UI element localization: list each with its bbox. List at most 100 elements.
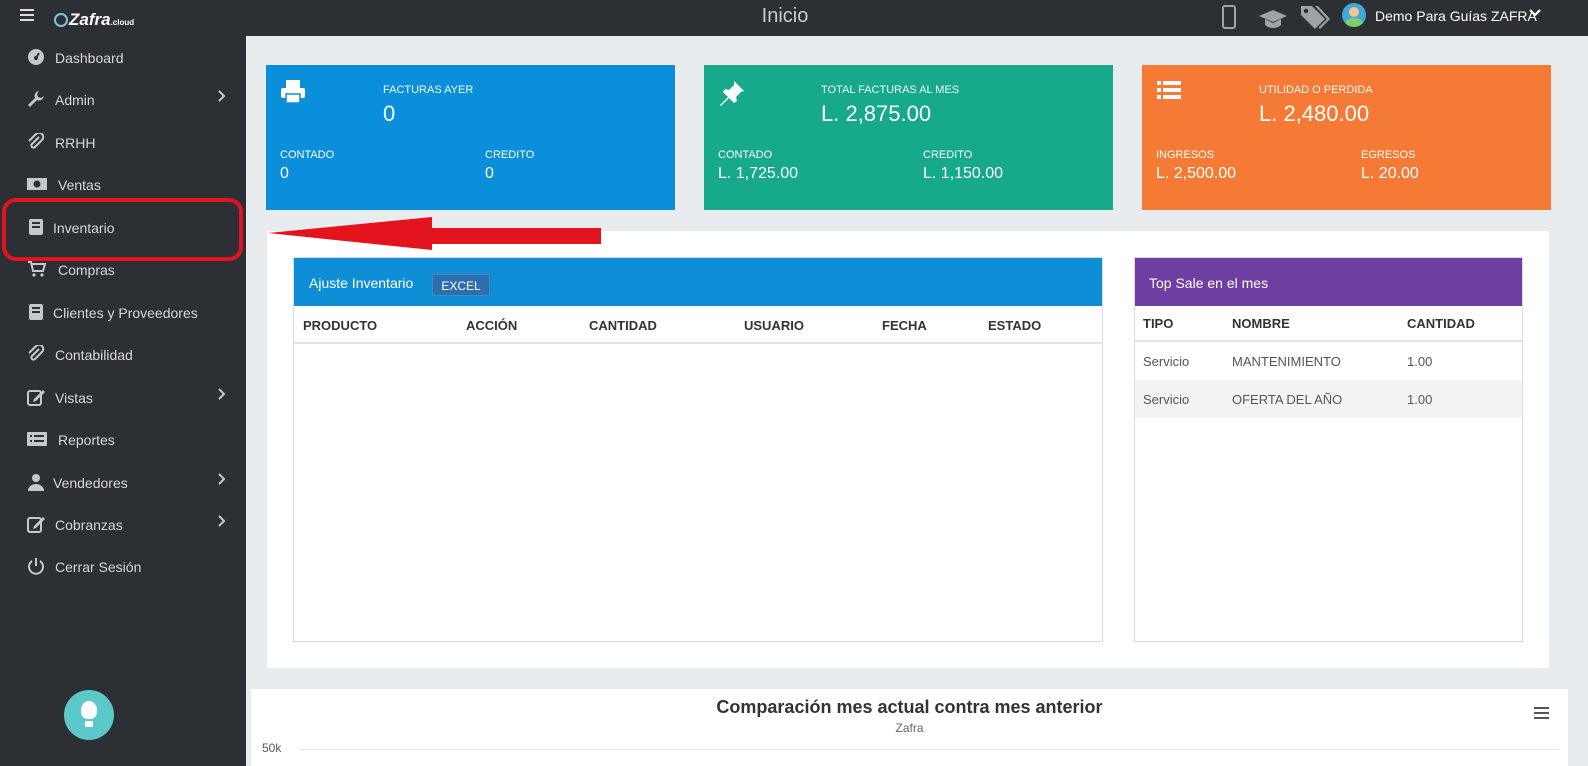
edit-icon [27, 515, 45, 533]
panel-header: Top Sale en el mes [1135, 258, 1522, 306]
dashboard-icon [27, 48, 45, 66]
cell-cantidad: 1.00 [1407, 392, 1433, 407]
sidebar-item-clientes-proveedores[interactable]: Clientes y Proveedores [0, 294, 246, 330]
sidebar-item-label: Vendedores [53, 475, 128, 491]
card-right-value: L. 20.00 [1361, 165, 1419, 182]
panel-title: Ajuste Inventario [309, 275, 414, 291]
chart-subtitle: Zafra [895, 721, 924, 735]
sidebar-item-ventas[interactable]: Ventas [0, 166, 246, 202]
card-value: L. 2,875.00 [821, 101, 932, 126]
card-left-value: L. 1,725.00 [718, 165, 799, 182]
card-title: UTILIDAD O PERDIDA [1259, 84, 1373, 96]
cart-icon [27, 260, 47, 278]
user-avatar[interactable] [1342, 3, 1366, 27]
column-header[interactable]: ACCIÓN [466, 318, 517, 333]
excel-button[interactable]: EXCEL [432, 274, 490, 296]
column-header[interactable]: FECHA [882, 318, 927, 333]
power-icon [27, 557, 45, 575]
sidebar-item-vistas[interactable]: Vistas [0, 379, 246, 415]
column-header[interactable]: ESTADO [988, 318, 1041, 333]
sidebar-item-label: Clientes y Proveedores [53, 305, 198, 321]
panel-header: Ajuste Inventario EXCEL [294, 258, 1102, 306]
sidebar-item-reportes[interactable]: Reportes [0, 421, 246, 457]
card-right-label: CREDITO [485, 149, 535, 161]
user-icon [27, 473, 45, 491]
book-icon [27, 303, 45, 321]
cell-tipo: Servicio [1143, 354, 1190, 369]
column-header[interactable]: CANTIDAD [589, 318, 657, 333]
column-header[interactable]: PRODUCTO [303, 318, 377, 333]
header-divider [294, 342, 1102, 344]
column-header[interactable]: USUARIO [744, 318, 804, 333]
wrench-icon [27, 90, 45, 108]
card-title: FACTURAS AYER [383, 84, 474, 96]
sidebar-item-label: Contabilidad [55, 347, 133, 363]
panel-title: Top Sale en el mes [1149, 275, 1269, 291]
annotation-highlight [2, 198, 243, 261]
pin-icon [718, 79, 746, 107]
sidebar-item-dashboard[interactable]: Dashboard [0, 39, 246, 75]
column-header[interactable]: CANTIDAD [1407, 316, 1475, 331]
hamburger-icon[interactable] [1534, 707, 1549, 722]
card-value: L. 2,480.00 [1259, 101, 1370, 126]
sidebar-item-cerrar-sesion[interactable]: Cerrar Sesión [0, 548, 246, 584]
chevron-right-icon [217, 387, 227, 404]
chevron-right-icon [217, 89, 227, 106]
list-icon [27, 430, 47, 448]
cell-cantidad: 1.00 [1407, 354, 1433, 369]
chevron-down-icon[interactable] [1529, 6, 1541, 23]
sidebar-item-vendedores[interactable]: Vendedores [0, 464, 246, 500]
top-bar: Zafra.cloud Inicio Demo Para Guías ZAFRA [0, 0, 1588, 36]
column-header[interactable]: NOMBRE [1232, 316, 1290, 331]
column-header[interactable]: TIPO [1143, 316, 1173, 331]
user-name[interactable]: Demo Para Guías ZAFRA [1375, 8, 1537, 24]
phone-icon[interactable] [1222, 5, 1236, 29]
sidebar-item-admin[interactable]: Admin [0, 81, 246, 117]
sidebar-item-label: Vistas [55, 390, 93, 406]
card-left-value: L. 2,500.00 [1156, 165, 1237, 182]
card-facturas-ayer: FACTURAS AYER 0 CONTADO 0 CREDITO 0 [266, 65, 675, 210]
sidebar-item-label: Admin [55, 92, 95, 108]
edit-icon [27, 388, 45, 406]
card-right-label: CREDITO [923, 149, 973, 161]
card-title: TOTAL FACTURAS AL MES [821, 84, 960, 96]
card-right-label: EGRESOS [1361, 149, 1416, 161]
card-left-label: CONTADO [718, 149, 773, 161]
sidebar-item-contabilidad[interactable]: Contabilidad [0, 336, 246, 372]
y-tick-label: 50k [262, 741, 282, 755]
ajuste-inventario-panel: Ajuste Inventario EXCEL PRODUCTO ACCIÓN … [293, 257, 1103, 642]
cell-tipo: Servicio [1143, 392, 1190, 407]
card-left-label: INGRESOS [1156, 149, 1215, 161]
card-left-value: 0 [280, 165, 289, 182]
paperclip-icon [27, 131, 45, 151]
annotation-arrow [266, 217, 606, 262]
card-left-label: CONTADO [280, 149, 335, 161]
printer-icon [280, 79, 308, 107]
tags-icon[interactable] [1299, 4, 1331, 29]
cell-nombre: OFERTA DEL AÑO [1232, 392, 1343, 407]
cell-nombre: MANTENIMIENTO [1232, 354, 1341, 369]
card-right-value: L. 1,150.00 [923, 165, 1004, 182]
sidebar-item-rrhh[interactable]: RRHH [0, 124, 246, 160]
sidebar-item-label: Compras [58, 262, 115, 278]
page-title: Inicio [761, 5, 809, 27]
chevron-right-icon [217, 514, 227, 531]
grid-line [299, 749, 1559, 750]
sidebar-item-label: Cerrar Sesión [55, 559, 142, 575]
table-row[interactable]: Servicio MANTENIMIENTO 1.00 [1135, 342, 1522, 380]
sidebar-item-cobranzas[interactable]: Cobranzas [0, 506, 246, 542]
money-icon [27, 175, 47, 193]
card-utilidad-perdida: UTILIDAD O PERDIDA L. 2,480.00 INGRESOS … [1142, 65, 1551, 210]
sidebar-item-label: Ventas [58, 177, 101, 193]
lightbulb-icon[interactable] [64, 690, 114, 740]
sidebar-item-label: Dashboard [55, 50, 124, 66]
sidebar-item-label: Cobranzas [55, 517, 123, 533]
card-total-facturas-mes: TOTAL FACTURAS AL MES L. 2,875.00 CONTAD… [704, 65, 1113, 210]
graduation-cap-icon[interactable] [1258, 8, 1288, 32]
top-sale-panel: Top Sale en el mes TIPO NOMBRE CANTIDAD … [1134, 257, 1523, 642]
paperclip-icon [27, 343, 45, 363]
sidebar-item-label: RRHH [55, 135, 96, 151]
sidebar-item-label: Reportes [58, 432, 115, 448]
table-row[interactable]: Servicio OFERTA DEL AÑO 1.00 [1135, 380, 1522, 418]
chart-title: Comparación mes actual contra mes anteri… [716, 697, 1103, 717]
